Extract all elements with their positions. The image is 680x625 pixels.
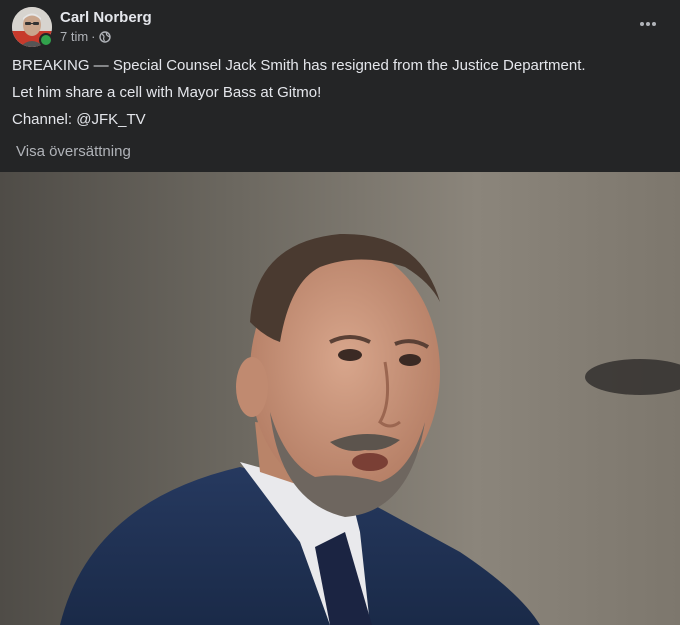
post-image xyxy=(0,172,680,625)
post-text: BREAKING — Special Counsel Jack Smith ha… xyxy=(12,56,668,137)
post-text-line: Channel: @JFK_TV xyxy=(12,111,146,128)
author-name[interactable]: Carl Norberg xyxy=(60,9,152,27)
post-header: Carl Norberg 7 tim · xyxy=(12,7,152,47)
post-meta: Carl Norberg 7 tim · xyxy=(60,9,152,45)
post-text-line: Let him share a cell with Mayor Bass at … xyxy=(12,84,322,101)
post-text-line: BREAKING — Special Counsel Jack Smith ha… xyxy=(12,57,586,74)
separator-dot: · xyxy=(91,29,96,44)
globe-icon xyxy=(98,31,111,43)
post-timestamp[interactable]: 7 tim xyxy=(60,29,88,45)
post-subline: 7 tim · xyxy=(60,29,152,45)
online-status-dot xyxy=(39,33,53,47)
more-horizontal-icon xyxy=(640,22,656,26)
see-translation-link[interactable]: Visa översättning xyxy=(16,143,131,160)
more-options-button[interactable] xyxy=(634,14,662,34)
facebook-post: Carl Norberg 7 tim · BREAKING — Special … xyxy=(0,0,680,625)
author-avatar[interactable] xyxy=(12,7,53,47)
post-photo[interactable] xyxy=(0,172,680,625)
